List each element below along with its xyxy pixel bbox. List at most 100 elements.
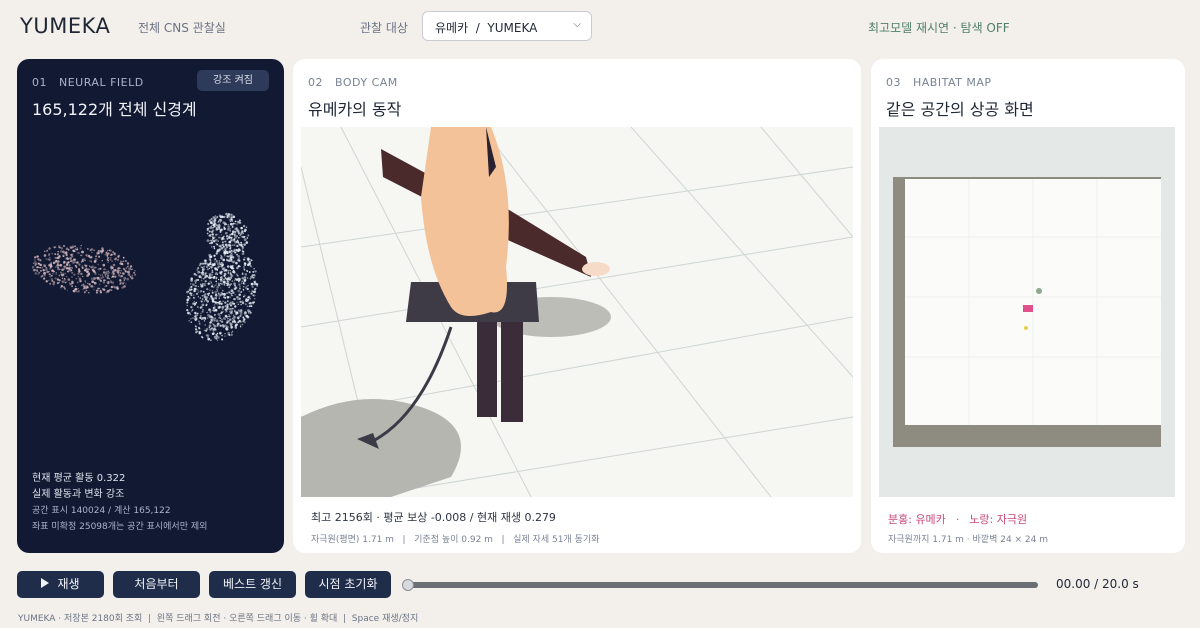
habitat-map-viewport[interactable] [879,127,1175,497]
neuron-dot [61,268,64,272]
neuron-dot [242,281,245,284]
neuron-dot [227,214,230,218]
neuron-dot [201,301,203,303]
neural-field-visualization[interactable] [32,199,272,439]
neuron-dot [226,237,229,240]
neuron-dot [219,300,222,303]
neuron-dot [104,254,106,256]
neuron-dot [229,270,232,272]
neuron-dot [117,266,121,270]
neuron-dot [58,255,61,258]
neuron-dot [224,335,226,337]
neuron-dot [61,274,64,277]
neuron-dot [61,277,64,279]
neuron-dot [34,259,36,261]
neuron-dot [207,222,210,226]
neuron-dot [71,267,74,269]
neuron-dot [210,226,213,230]
neuron-dot [215,280,218,283]
neuron-dot [224,301,227,304]
neuron-dot [244,235,246,238]
neuron-dot [215,319,219,323]
leg-right [501,322,523,422]
neuron-dot [229,247,232,250]
body-cam-viewport[interactable] [301,127,853,497]
neuron-dot [96,278,99,281]
neuron-dot [220,291,223,295]
neuron-dot [78,277,82,280]
neuron-dot [230,215,232,218]
neuron-dot [210,217,213,221]
neuron-dot [226,255,230,258]
neuron-dot [226,265,230,268]
neuron-dot [220,311,224,314]
neuron-dot [48,253,51,256]
neuron-dot [200,290,203,292]
neuron-dot [243,243,247,246]
neuron-dot [253,297,256,300]
neuron-dot [71,262,74,264]
neuron-dot [40,276,42,278]
neuron-dot [134,269,136,272]
neuron-dot [199,306,202,309]
neuron-dot [105,284,108,287]
neuron-dot [39,259,42,262]
neuron-dot [129,267,132,269]
panel-kicker: 03 HABITAT MAP [886,76,992,89]
neuron-dot [211,265,214,268]
neuron-dot [246,257,250,261]
neuron-dot [231,232,234,236]
neuron-dot [229,254,232,258]
neuron-dot [119,275,122,278]
neuron-dot [212,283,214,286]
target-select[interactable]: 유메카 / YUMEKA ⌵ [422,11,592,41]
neuron-dot [246,237,249,239]
stat-activity: 현재 평균 활동 0.322 [32,473,126,484]
neuron-dot [196,330,199,333]
neuron-dot [102,263,106,267]
neuron-dot [216,216,219,218]
neuron-dot [204,324,207,326]
neuron-dot [223,269,226,272]
neuron-dot [96,277,98,279]
neuron-dot [192,283,195,286]
neuron-dot [39,266,41,269]
neuron-dot [186,298,190,302]
neuron-dot [220,282,224,286]
reset-view-button[interactable]: 시점 초기화 [305,571,391,598]
neuron-dot [65,275,68,278]
neuron-dot [84,264,87,267]
neuron-dot [235,234,237,237]
restart-button[interactable]: 처음부터 [113,571,200,598]
neuron-dot [238,257,240,259]
neuron-dot [197,296,199,298]
emphasis-toggle-button[interactable]: 강조 켜짐 [197,70,269,91]
neuron-dot [222,310,225,313]
timeline-slider[interactable] [402,579,1038,591]
neuron-dot [126,277,130,281]
neuron-dot [221,305,225,309]
neuron-dot [90,284,94,288]
neuron-dot [217,227,221,230]
neuron-dot [228,315,231,318]
neuron-dot [195,278,198,281]
neuron-dot [207,282,210,285]
play-button[interactable]: 재생 [17,571,104,598]
neuron-dot [249,265,253,268]
neuron-dot [124,260,127,263]
neuron-dot [242,289,245,291]
neuron-dot [232,225,234,227]
neuron-dot [86,282,89,285]
neuron-dot [242,224,246,228]
neural-stats: 현재 평균 활동 0.322 실제 활동과 변화 강조 공간 표시 140024… [32,471,207,535]
neuron-dot [71,253,74,256]
neuron-dot [106,289,110,293]
neuron-dot [243,268,246,271]
best-update-button[interactable]: 베스트 갱신 [209,571,296,598]
chevron-down-icon: ⌵ [573,19,581,30]
neuron-dot [49,282,51,285]
neuron-dot [226,292,228,294]
neuron-dot [246,270,248,273]
neuron-dot [72,258,76,261]
timeline-handle[interactable] [402,579,414,591]
